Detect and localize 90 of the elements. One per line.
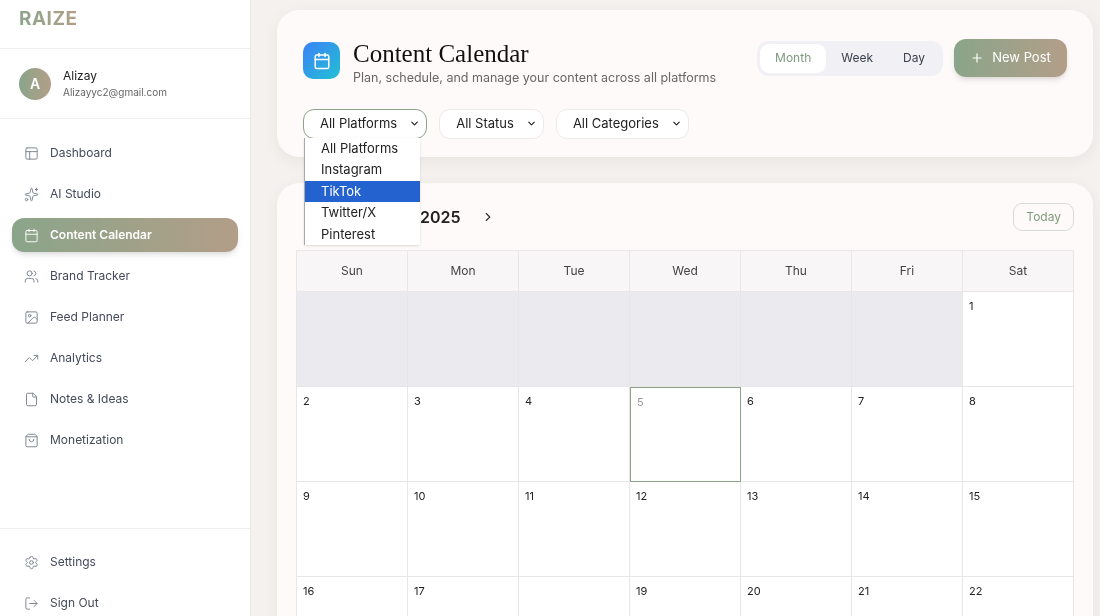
bag-icon (24, 432, 39, 448)
nav-item[interactable]: Feed Planner (12, 300, 238, 334)
nav-item[interactable]: AI Studio (12, 177, 238, 211)
day-number: 16 (303, 584, 315, 598)
dropdown-option[interactable]: All Platforms (305, 137, 420, 160)
day-cell[interactable]: 2 (297, 387, 408, 482)
nav-item[interactable]: Dashboard (12, 136, 238, 170)
nav-item[interactable]: Sign Out (24, 592, 226, 614)
day-cell[interactable]: 7 (852, 387, 963, 482)
day-cell[interactable]: 1 (963, 292, 1074, 387)
calendar-icon (24, 227, 39, 243)
dropdown-option[interactable]: TikTok (305, 180, 420, 203)
day-cell[interactable]: 22 (963, 577, 1074, 616)
page-subtitle: Plan, schedule, and manage your content across all platforms (353, 69, 717, 87)
day-number: 13 (747, 489, 759, 503)
weekday-header: Mon (408, 251, 519, 292)
day-number: 12 (636, 489, 648, 503)
day-cell[interactable] (852, 292, 963, 387)
day-number: 5 (637, 395, 644, 409)
file-icon (24, 391, 39, 407)
nav-item[interactable]: Notes & Ideas (12, 382, 238, 416)
day-cell[interactable]: 21 (852, 577, 963, 616)
day-cell[interactable]: 3 (408, 387, 519, 482)
filter-select[interactable]: All Categories (555, 108, 689, 139)
day-cell[interactable]: 13 (741, 482, 852, 577)
day-number: 6 (747, 394, 754, 408)
plus-icon (970, 51, 985, 65)
day-cell[interactable]: 19 (630, 577, 741, 616)
view-tab[interactable]: Day (888, 43, 940, 73)
avatar: A (19, 67, 51, 100)
day-cell[interactable]: 9 (297, 482, 408, 577)
image-icon (24, 309, 39, 325)
nav-item[interactable]: Brand Tracker (12, 259, 238, 293)
day-number: 8 (969, 394, 976, 408)
day-number: 9 (303, 489, 310, 503)
day-number: 17 (414, 584, 425, 598)
weekday-header: Thu (741, 251, 852, 292)
day-number: 2 (303, 394, 310, 408)
sparkles-icon (24, 186, 39, 202)
day-cell[interactable]: 11 (519, 482, 630, 577)
nav-item[interactable]: Monetization (12, 423, 238, 457)
day-cell[interactable]: 16 (297, 577, 408, 616)
day-cell[interactable]: 17 (408, 577, 519, 616)
day-number: 22 (969, 584, 983, 598)
day-number: 19 (636, 584, 648, 598)
day-cell[interactable] (741, 292, 852, 387)
users-icon (24, 268, 39, 284)
day-cell[interactable]: 4 (519, 387, 630, 482)
day-number: 4 (525, 394, 533, 408)
filter-select[interactable]: All Status (439, 108, 544, 139)
exit-icon (24, 595, 39, 611)
day-number: 11 (525, 489, 534, 503)
day-number: 10 (414, 489, 426, 503)
user-name: Alizay (63, 67, 99, 85)
weekday-header: Wed (630, 251, 741, 292)
dropdown-option[interactable]: Pinterest (305, 223, 420, 246)
day-cell[interactable]: 14 (852, 482, 963, 577)
weekday-header: Sun (297, 251, 408, 292)
weekday-header: Tue (519, 251, 630, 292)
dropdown-option[interactable]: Instagram (305, 159, 420, 181)
day-number: 14 (858, 489, 870, 503)
day-number: 15 (969, 489, 981, 503)
page-title: Content Calendar (353, 40, 530, 68)
day-cell[interactable]: 12 (630, 482, 741, 577)
day-cell[interactable]: 6 (741, 387, 852, 482)
day-cell[interactable] (297, 292, 408, 387)
filter-select[interactable]: All Platforms (303, 108, 428, 139)
weekday-header: Fri (852, 251, 963, 292)
day-cell[interactable] (519, 292, 630, 387)
day-number: 21 (858, 584, 870, 598)
nav-item[interactable]: Settings (24, 551, 226, 573)
day-number: 3 (414, 394, 421, 408)
day-cell[interactable]: 10 (408, 482, 519, 577)
dashboard-icon (24, 145, 39, 161)
day-cell[interactable] (408, 292, 519, 387)
month-label: 2025 (420, 206, 461, 229)
day-number: 1 (969, 299, 974, 313)
day-number: 20 (747, 584, 761, 598)
day-cell[interactable] (630, 292, 741, 387)
day-cell[interactable]: 20 (741, 577, 852, 616)
day-number: 7 (858, 394, 865, 408)
weekday-header: Sat (963, 251, 1074, 292)
view-tab[interactable]: Week (826, 43, 889, 73)
nav-item[interactable]: Analytics (12, 341, 238, 375)
calendar-icon (312, 51, 331, 70)
user-email: Alizayyc2@gmail.com (63, 85, 167, 100)
dropdown-option[interactable]: Twitter/X (305, 202, 420, 224)
day-cell[interactable]: 15 (963, 482, 1074, 577)
day-cell[interactable]: 8 (963, 387, 1074, 482)
settings-icon (24, 554, 39, 570)
